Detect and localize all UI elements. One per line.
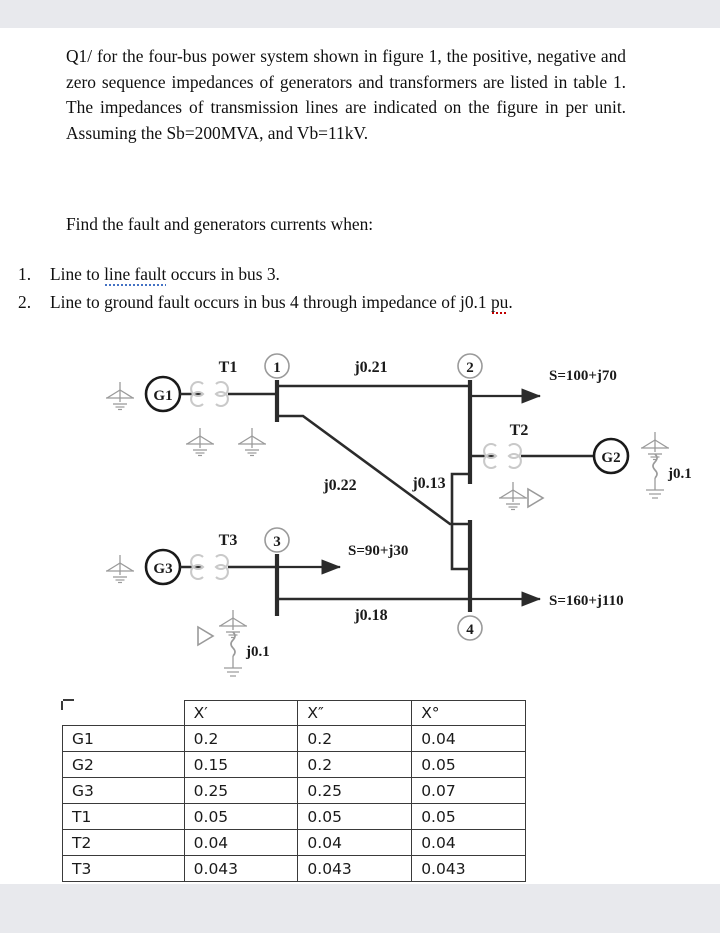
list-item-text-after: . (508, 292, 513, 312)
table-cell-x-prime: 0.04 (183, 829, 299, 856)
ground-icon (105, 381, 135, 411)
grounding-impedance-t3-label: j0.1 (245, 644, 270, 660)
transformer-t3-group: T3 (190, 532, 277, 581)
table-cell-name: T2 (62, 829, 185, 856)
grounding-impedance-t3-group: j0.1 (197, 609, 270, 677)
table-cell-x-zero: 0.05 (411, 803, 526, 830)
question-paragraph-1: Q1/ for the four-bus power system shown … (66, 44, 626, 146)
power-system-diagram: G1 T1 1 j0.21 j0.22 2 S=100+j70 T2 G2 j0… (0, 324, 720, 684)
list-item-text: Line to line fault occurs in bus 3. (50, 260, 674, 288)
table-row: T3 0.043 0.043 0.043 (62, 855, 526, 882)
table-cell-x-prime: 0.043 (183, 855, 299, 882)
table-cell-x-zero: 0.04 (411, 829, 526, 856)
table-cell-x-prime: 0.15 (183, 751, 299, 778)
table-cell-x-prime: 0.2 (183, 725, 299, 752)
list-item: 1. Line to line fault occurs in bus 3. (14, 260, 674, 288)
grounding-impedance-g2-group: j0.1 (640, 431, 692, 499)
table-cell-x-prime: 0.25 (183, 777, 299, 804)
line-1-4-impedance-label: j0.22 (322, 477, 356, 494)
spellcheck-underline-blue: line fault (104, 264, 167, 288)
generator-g3-label: G3 (153, 561, 172, 577)
list-item-text-after: occurs in bus 3. (166, 264, 280, 284)
line-2-4-conductor (450, 472, 470, 571)
transformer-t2-label: T2 (510, 422, 529, 439)
document-page: Q1/ for the four-bus power system shown … (0, 28, 720, 884)
bus-4-load-label: S=160+j110 (549, 593, 624, 609)
transformer-t2-group: T2 (470, 422, 594, 511)
ground-icon (218, 609, 248, 639)
table-cell-name: T1 (62, 803, 185, 830)
top-chrome-band (0, 0, 720, 28)
delta-winding-icon (527, 487, 545, 509)
table-header-x-zero: X° (411, 700, 526, 726)
grounding-impedance-g2-label: j0.1 (667, 466, 692, 482)
reactor-coil-icon (652, 453, 658, 479)
delta-winding-icon (197, 625, 215, 647)
table-row: G2 0.15 0.2 0.05 (62, 751, 526, 778)
line-2-4-impedance-label: j0.13 (411, 475, 445, 492)
table-row: T2 0.04 0.04 0.04 (62, 829, 526, 856)
bus-1-number-label: 1 (273, 360, 281, 376)
list-item-text: Line to ground fault occurs in bus 4 thr… (50, 288, 674, 316)
table-cell-x-prime: 0.05 (183, 803, 299, 830)
generator-g2-label: G2 (601, 450, 620, 466)
table-header-corner (60, 698, 185, 726)
table-cell-x-double-prime: 0.04 (297, 829, 413, 856)
table-cell-x-double-prime: 0.043 (297, 855, 413, 882)
table-cell-name: G3 (62, 777, 185, 804)
table-row: G3 0.25 0.25 0.07 (62, 777, 526, 804)
paragraph-2-text: Find the fault and generators currents w… (66, 214, 374, 234)
ground-icon (105, 554, 135, 584)
table-cell-x-double-prime: 0.2 (297, 751, 413, 778)
generator-g2-group: G2 (592, 437, 630, 475)
line-1-4-conductor (277, 414, 470, 526)
table-cell-x-zero: 0.05 (411, 751, 526, 778)
table-header-x-prime: X′ (183, 700, 299, 726)
bus-3-load-label: S=90+j30 (348, 543, 408, 559)
generator-g1-group: G1 (105, 375, 203, 413)
table-cell-x-zero: 0.04 (411, 725, 526, 752)
line-3-4-impedance-label: j0.18 (353, 607, 387, 624)
transformer-t1-group: T1 (185, 359, 277, 457)
generator-g3-group: G3 (105, 548, 203, 586)
table-cell-x-zero: 0.07 (411, 777, 526, 804)
bottom-chrome-band (0, 884, 720, 933)
list-item-text-before: Line to (50, 264, 105, 284)
table-cell-x-double-prime: 0.05 (297, 803, 413, 830)
table-cell-x-double-prime: 0.25 (297, 777, 413, 804)
list-item-text-before: Line to ground fault occurs in bus 4 thr… (50, 292, 491, 312)
table-row: G1 0.2 0.2 0.04 (62, 725, 526, 752)
spellcheck-underline-red: pu (490, 292, 509, 314)
paragraph-1-text: Q1/ for the four-bus power system shown … (66, 46, 626, 143)
table-header-row: X′ X″ X° (60, 698, 526, 726)
table-cell-name: G1 (62, 725, 185, 752)
bus-4-number-label: 4 (466, 622, 474, 638)
transformer-t3-label: T3 (219, 532, 238, 549)
ground-icon (185, 427, 215, 457)
list-item-number: 2. (18, 292, 32, 312)
ground-icon (640, 431, 670, 461)
table-cell-name: T3 (62, 855, 185, 882)
question-paragraph-2: Find the fault and generators currents w… (66, 212, 626, 237)
ground-icon (498, 481, 528, 511)
bus-3-number-label: 3 (273, 534, 281, 550)
bus-2-load-label: S=100+j70 (549, 368, 617, 384)
list-item: 2. Line to ground fault occurs in bus 4 … (14, 288, 674, 316)
list-item-number: 1. (18, 264, 32, 284)
line-1-2-impedance-label: j0.21 (353, 359, 387, 376)
table-cell-name: G2 (62, 751, 185, 778)
table-cell-x-double-prime: 0.2 (297, 725, 413, 752)
bus-2-number-label: 2 (466, 360, 474, 376)
impedance-table: X′ X″ X° G1 0.2 0.2 0.04 G2 0.15 0.2 0.0… (60, 698, 526, 882)
table-row: T1 0.05 0.05 0.05 (62, 803, 526, 830)
ground-icon (237, 427, 267, 457)
table-header-x-double-prime: X″ (297, 700, 413, 726)
generator-g1-label: G1 (153, 388, 172, 404)
transformer-t1-label: T1 (219, 359, 238, 376)
table-cell-x-zero: 0.043 (411, 855, 526, 882)
question-list: 1. Line to line fault occurs in bus 3. 2… (14, 260, 674, 316)
